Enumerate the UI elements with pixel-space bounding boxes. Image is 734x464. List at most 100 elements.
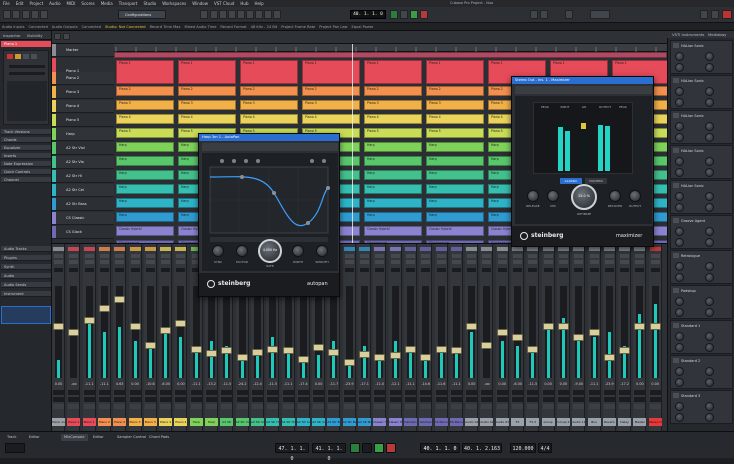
routing-slot[interactable] — [466, 404, 478, 409]
inspector-section-note-expression[interactable]: Note Expression — [1, 161, 51, 167]
power-icon[interactable] — [673, 393, 679, 398]
send-slot[interactable] — [619, 397, 631, 402]
width-knob[interactable] — [292, 245, 304, 257]
track-header[interactable]: A2 Str Hi — [52, 170, 114, 183]
inspector-section-chords[interactable]: Chords — [1, 137, 51, 143]
pan-control[interactable] — [620, 268, 630, 272]
track-name[interactable]: A2 Str Vio — [56, 160, 84, 164]
send-slot[interactable] — [160, 397, 172, 402]
routing-slot[interactable] — [435, 404, 447, 409]
mixer-channel-strip[interactable]: 0.00 Piano 3 — [128, 244, 142, 432]
fader-track[interactable] — [114, 286, 126, 378]
pan-control[interactable] — [375, 268, 385, 272]
solo-button[interactable] — [405, 260, 415, 264]
mixer-channel-strip[interactable]: -17.2 Delay — [618, 244, 632, 432]
fader-value[interactable]: -oo — [67, 382, 80, 386]
midi-part[interactable]: Piano 3 — [178, 100, 236, 110]
insert-slot[interactable] — [619, 390, 631, 395]
inspector-section-audio-tracks[interactable]: Audio Tracks — [1, 246, 51, 252]
vsti-slot[interactable]: Groove Agent — [670, 215, 733, 249]
pan-control[interactable] — [54, 268, 63, 272]
fader-track[interactable] — [175, 286, 187, 378]
maximizer-preset-bar[interactable] — [515, 86, 652, 94]
mute-button[interactable] — [497, 254, 507, 258]
mute-button[interactable] — [161, 254, 171, 258]
pan-control[interactable] — [451, 268, 461, 272]
routing-slot[interactable] — [83, 404, 95, 409]
send-slot[interactable] — [83, 397, 95, 402]
select-tool[interactable] — [210, 10, 218, 19]
vsti-slot[interactable]: Padshop — [670, 285, 733, 319]
sync-knob[interactable] — [212, 245, 224, 257]
fader-track[interactable] — [573, 286, 585, 378]
channel-name[interactable]: A2 Str Hi — [266, 418, 280, 426]
send-slot[interactable] — [389, 397, 401, 402]
fader-value[interactable]: -9.00 — [572, 382, 585, 386]
insert-slot[interactable] — [389, 390, 401, 395]
menu-studio[interactable]: Studio — [141, 1, 160, 6]
fader-handle[interactable] — [389, 352, 401, 360]
insert-slot[interactable] — [175, 390, 187, 395]
track-name[interactable]: A2 Str Viol — [56, 146, 85, 150]
insert-slot[interactable] — [114, 390, 126, 395]
track-header[interactable]: A2 Str Vio — [52, 156, 114, 169]
track-header[interactable]: Marker — [52, 44, 114, 57]
tab-inspector[interactable]: Inspector — [0, 33, 24, 38]
mixer-channel-strip[interactable]: 4.63 Piano 2 — [113, 244, 127, 432]
toolbar-time-display[interactable]: 40. 1. 1. 0 — [350, 10, 386, 19]
mute-button[interactable] — [528, 254, 538, 258]
send-slot[interactable] — [129, 397, 141, 402]
fader-value[interactable]: 0.00 — [312, 382, 325, 386]
track-header[interactable]: A2 Str Bass — [52, 198, 114, 211]
pan-control[interactable] — [467, 268, 477, 272]
mixer-channel-strip[interactable]: -23.9 A2 Str Bass — [342, 244, 356, 432]
fader-value[interactable]: 0.00 — [465, 382, 478, 386]
secondary-time-display[interactable]: 40. 1. 2.163 — [462, 443, 502, 453]
channel-name[interactable]: Stereo Out — [648, 418, 662, 426]
cycle-transport-button[interactable] — [350, 443, 360, 453]
audio-performance-meter[interactable] — [700, 443, 728, 453]
insert-slot[interactable] — [236, 390, 248, 395]
window-maximize-button[interactable] — [711, 10, 719, 19]
fader-track[interactable] — [481, 286, 493, 378]
mixer-channel-strip[interactable]: 0.00 Piano 4 — [174, 244, 188, 432]
erase-tool[interactable] — [246, 10, 254, 19]
routing-slot[interactable] — [297, 404, 309, 409]
quick-control-knob[interactable] — [675, 203, 684, 212]
fader-track[interactable] — [68, 286, 80, 378]
track-name[interactable]: A2 Str Hi — [56, 174, 82, 178]
channel-name[interactable]: Harp — [205, 418, 218, 426]
fader-track[interactable] — [251, 286, 263, 378]
midi-part[interactable]: Piano 1 — [426, 60, 484, 84]
solo-button[interactable] — [589, 260, 599, 264]
pan-control[interactable] — [69, 268, 79, 272]
send-slot[interactable] — [496, 397, 508, 402]
send-slot[interactable] — [68, 397, 80, 402]
send-slot[interactable] — [466, 397, 478, 402]
routing-slot[interactable] — [190, 404, 202, 409]
fader-value[interactable]: -17.2 — [618, 382, 631, 386]
fader-track[interactable] — [374, 286, 386, 378]
midi-part[interactable]: Piano 2 — [178, 86, 236, 96]
configurations-dropdown[interactable]: Configurations — [118, 10, 166, 19]
mute-button[interactable] — [513, 254, 522, 258]
track-header[interactable]: Piano 5 — [52, 114, 114, 127]
fader-track[interactable] — [619, 286, 631, 378]
grid-type-dropdown[interactable] — [540, 10, 548, 19]
fader-handle[interactable] — [404, 345, 416, 353]
lower-zone-toggle[interactable] — [31, 10, 39, 19]
routing-slot[interactable] — [114, 404, 126, 409]
insert-slot[interactable] — [83, 390, 95, 395]
routing-slot[interactable] — [374, 404, 386, 409]
lower-zone-tab[interactable]: Editor — [90, 434, 107, 441]
menu-media[interactable]: Media — [98, 1, 116, 6]
track-name[interactable]: Marker — [56, 48, 78, 52]
play-button[interactable] — [410, 10, 418, 19]
solo-button[interactable] — [390, 260, 400, 264]
channel-name[interactable]: Group 2 — [556, 418, 570, 426]
midi-part[interactable]: Harp — [116, 142, 174, 152]
mute-button[interactable] — [69, 254, 79, 258]
mute-button[interactable] — [375, 254, 385, 258]
fader-value[interactable]: 0.00 — [52, 382, 65, 386]
midi-part[interactable]: Piano 4 — [240, 114, 298, 124]
